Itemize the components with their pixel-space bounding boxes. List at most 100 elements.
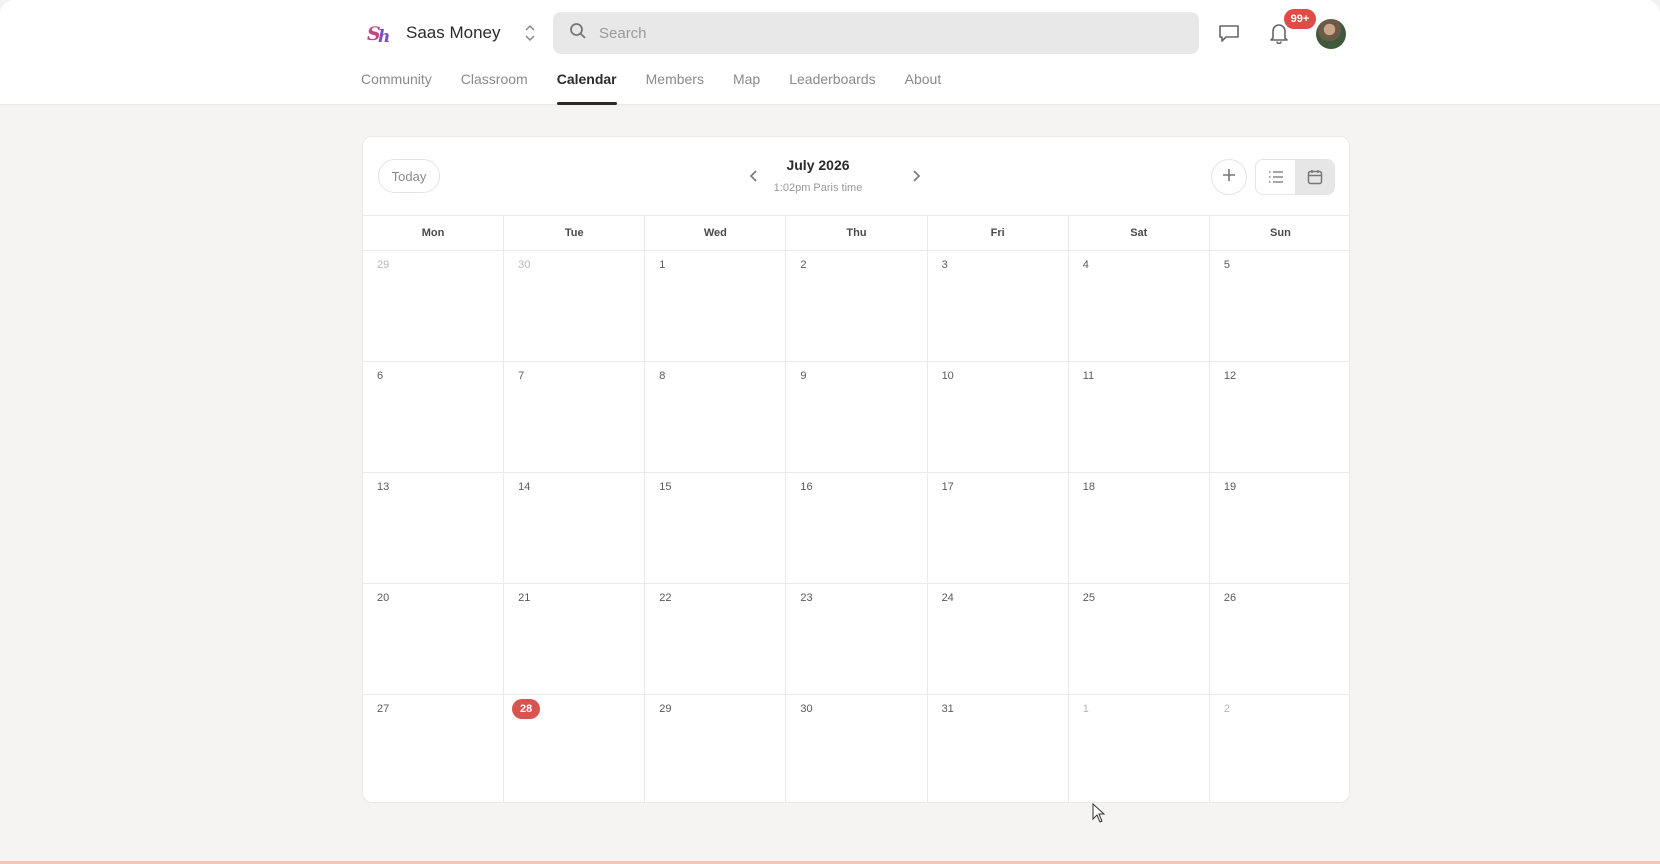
search-icon	[569, 22, 587, 45]
plus-icon	[1222, 168, 1236, 187]
next-month-icon[interactable]	[905, 165, 927, 187]
day-number: 5	[1223, 259, 1230, 271]
chat-icon[interactable]	[1216, 20, 1242, 46]
day-cell[interactable]: 21	[504, 584, 646, 695]
day-number: 3	[941, 259, 948, 271]
tab-map[interactable]: Map	[733, 62, 760, 105]
weeks-grid: 29 30 1 2 3 4 5 6 7 8 9 10 11 12 13 14 15 16 17 18 19 20 21 22 2…	[363, 251, 1349, 802]
weekday-label: Fri	[928, 216, 1069, 250]
weekday-label: Wed	[645, 216, 787, 250]
mouse-cursor-icon	[1092, 802, 1106, 825]
day-number: 30	[518, 259, 531, 271]
day-cell[interactable]: 27	[363, 695, 505, 802]
day-number: 11	[1082, 370, 1095, 382]
day-cell[interactable]: 12	[1209, 362, 1349, 473]
day-number: 25	[1082, 592, 1095, 604]
day-cell[interactable]: 29	[645, 695, 787, 802]
day-number: 20	[377, 592, 390, 604]
calendar-toolbar: Today July 2026 1:02pm Paris time	[363, 137, 1349, 216]
day-cell[interactable]: 24	[927, 584, 1069, 695]
app-window: S h Saas Money 99+ Community Classroo	[0, 0, 1660, 864]
day-cell[interactable]: 11	[1068, 362, 1210, 473]
day-number: 18	[1082, 481, 1095, 493]
calendar-view-button[interactable]	[1295, 160, 1334, 194]
day-cell[interactable]: 30	[786, 695, 928, 802]
day-cell[interactable]: 29	[363, 251, 505, 362]
timezone-subtitle: 1:02pm Paris time	[773, 182, 863, 194]
day-cell[interactable]: 20	[363, 584, 505, 695]
day-cell[interactable]: 6	[363, 362, 505, 473]
day-cell[interactable]: 31	[928, 695, 1069, 802]
day-cell[interactable]: 13	[363, 473, 505, 584]
weekday-label: Tue	[504, 216, 646, 250]
tab-calendar[interactable]: Calendar	[556, 62, 617, 105]
day-cell[interactable]: 19	[1209, 473, 1349, 584]
search-input[interactable]	[599, 24, 1159, 42]
calendar-icon	[1307, 170, 1322, 185]
day-number: 24	[941, 592, 954, 604]
day-cell[interactable]: 4	[1068, 251, 1210, 362]
day-number: 21	[518, 592, 531, 604]
day-number: 29	[659, 703, 672, 715]
day-cell[interactable]: 15	[645, 473, 787, 584]
tab-classroom[interactable]: Classroom	[461, 62, 528, 105]
tab-about[interactable]: About	[905, 62, 942, 105]
day-number: 6	[377, 370, 384, 382]
view-toggle	[1255, 159, 1335, 195]
day-number: 2	[800, 259, 807, 271]
day-cell[interactable]: 8	[645, 362, 787, 473]
svg-text:h: h	[378, 27, 390, 47]
weekday-label: Thu	[786, 216, 928, 250]
community-logo-icon: S h	[362, 16, 396, 50]
day-cell[interactable]: 5	[1209, 251, 1349, 362]
list-view-button[interactable]	[1256, 160, 1295, 194]
day-cell-today[interactable]: 28	[504, 695, 646, 802]
day-number: 10	[941, 370, 954, 382]
day-cell[interactable]: 18	[1068, 473, 1210, 584]
today-button[interactable]: Today	[378, 159, 440, 193]
day-cell[interactable]: 9	[786, 362, 928, 473]
day-cell[interactable]: 7	[504, 362, 646, 473]
user-avatar[interactable]	[1316, 19, 1346, 49]
day-cell[interactable]: 3	[927, 251, 1069, 362]
day-number: 8	[659, 370, 666, 382]
search-bar[interactable]	[553, 12, 1199, 54]
notification-badge: 99+	[1284, 9, 1316, 29]
day-number: 26	[1223, 592, 1237, 604]
day-cell[interactable]: 14	[504, 473, 646, 584]
day-number: 29	[377, 259, 390, 271]
tab-leaderboards[interactable]: Leaderboards	[789, 62, 875, 105]
day-number: 23	[800, 592, 813, 604]
day-cell[interactable]: 1	[645, 251, 787, 362]
community-name: Saas Money	[406, 23, 501, 42]
community-switcher[interactable]: S h Saas Money	[362, 16, 537, 50]
day-cell[interactable]: 23	[786, 584, 928, 695]
day-cell[interactable]: 26	[1209, 584, 1349, 695]
day-number: 9	[800, 370, 807, 382]
main-tabs: Community Classroom Calendar Members Map…	[361, 62, 941, 105]
day-cell[interactable]: 16	[786, 473, 928, 584]
day-cell[interactable]: 2	[786, 251, 928, 362]
day-cell[interactable]: 25	[1068, 584, 1210, 695]
day-number: 1	[659, 259, 666, 271]
month-title: July 2026	[786, 157, 850, 173]
day-number: 17	[941, 481, 954, 493]
switch-community-icon[interactable]	[523, 22, 537, 44]
day-cell[interactable]: 2	[1210, 695, 1349, 802]
day-number: 4	[1082, 259, 1089, 271]
weekday-label: Sat	[1069, 216, 1210, 250]
day-number: 30	[800, 703, 813, 715]
add-event-button[interactable]	[1211, 159, 1247, 195]
day-number: 13	[377, 481, 390, 493]
day-cell[interactable]: 30	[504, 251, 646, 362]
weekday-label: Mon	[363, 216, 505, 250]
calendar-card: Today July 2026 1:02pm Paris time Mon Tu…	[362, 136, 1350, 803]
day-number: 16	[800, 481, 813, 493]
day-cell[interactable]: 10	[927, 362, 1069, 473]
day-cell[interactable]: 1	[1069, 695, 1210, 802]
day-cell[interactable]: 17	[927, 473, 1069, 584]
tab-members[interactable]: Members	[646, 62, 704, 105]
day-cell[interactable]: 22	[645, 584, 787, 695]
tab-community[interactable]: Community	[361, 62, 432, 105]
day-number: 12	[1223, 370, 1237, 382]
